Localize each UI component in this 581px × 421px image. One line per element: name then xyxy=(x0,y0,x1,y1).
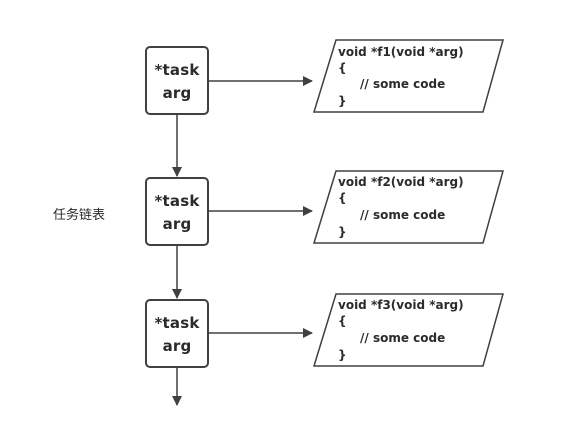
task-node-3: *task arg xyxy=(145,299,209,368)
function-signature-2: void *f2(void *arg) xyxy=(338,175,464,189)
function-block-3: void *f3(void *arg) { // some code } xyxy=(312,293,504,367)
task-box-2 xyxy=(145,177,209,246)
task-pointer-label-1: *task xyxy=(154,61,200,79)
task-arg-label-2: arg xyxy=(163,215,192,233)
function-block-2: void *f2(void *arg) { // some code } xyxy=(312,170,504,244)
function-open-brace-1: { xyxy=(338,61,347,75)
task-arg-label-3: arg xyxy=(163,337,192,355)
task-list-diagram: *task arg *task arg *task arg void *f1(v… xyxy=(0,0,581,421)
task-node-1: *task arg xyxy=(145,46,209,115)
task-pointer-label-2: *task xyxy=(154,192,200,210)
function-signature-1: void *f1(void *arg) xyxy=(338,45,464,59)
task-list-label: 任务链表 xyxy=(53,208,106,223)
task-box-3 xyxy=(145,299,209,368)
function-signature-3: void *f3(void *arg) xyxy=(338,298,464,312)
function-comment-2: // some code xyxy=(360,208,445,222)
function-close-brace-3: } xyxy=(338,348,347,362)
function-block-1: void *f1(void *arg) { // some code } xyxy=(312,39,504,113)
task-box-1 xyxy=(145,46,209,115)
function-close-brace-1: } xyxy=(338,94,347,108)
task-arg-label-1: arg xyxy=(163,84,192,102)
function-comment-1: // some code xyxy=(360,77,445,91)
function-close-brace-2: } xyxy=(338,225,347,239)
function-open-brace-3: { xyxy=(338,314,347,328)
task-pointer-label-3: *task xyxy=(154,314,200,332)
function-open-brace-2: { xyxy=(338,191,347,205)
function-comment-3: // some code xyxy=(360,331,445,345)
task-node-2: *task arg xyxy=(145,177,209,246)
